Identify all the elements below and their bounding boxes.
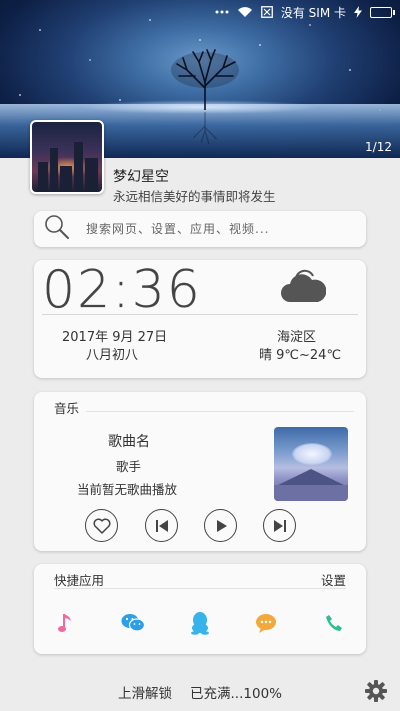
cloudy-icon [280,268,327,308]
battery-status: 已充满...100% [190,686,282,702]
tree-silhouette [171,49,239,110]
unlock-hint: 上滑解锁 [118,686,173,702]
divider [86,411,354,412]
no-sim-icon [260,6,273,18]
tree-reflection [193,112,217,145]
qq-penguin-icon [191,612,209,635]
app-music[interactable] [49,606,83,640]
message-bubble-icon [256,614,276,633]
app-qq[interactable] [183,606,217,640]
album-art[interactable] [274,427,348,501]
divider [54,588,346,589]
theme-thumbnail[interactable] [30,120,104,194]
theme-title: 梦幻星空 [113,169,169,185]
more-dots-icon [215,10,229,14]
wifi-icon [237,6,253,18]
clock-time: 02:36 [42,260,202,320]
quick-apps-heading: 快捷应用 [54,573,105,588]
search-input[interactable] [86,222,336,236]
playback-status: 当前暂无歌曲播放 [77,482,178,497]
next-button[interactable] [263,509,296,542]
play-button[interactable] [204,509,237,542]
app-wechat[interactable] [116,606,150,640]
theme-subtitle: 永远相信美好的事情即将发生 [113,189,276,204]
song-title: 歌曲名 [108,434,150,450]
clock-weather-card[interactable]: 02:36 2017年 9月 27日 八月初八 海淀区 晴 9℃~24℃ [34,260,366,378]
quick-apps-settings-link[interactable]: 设置 [321,570,346,589]
skip-previous-icon [155,519,168,532]
previous-button[interactable] [145,509,178,542]
page-indicator: 1/12 [365,140,392,154]
gear-icon[interactable] [364,679,388,707]
song-artist: 歌手 [116,459,142,474]
app-message[interactable] [249,606,283,640]
weather-temperature: 晴 9℃~24℃ [259,348,342,363]
weather-location: 海淀区 [277,330,317,345]
music-note-icon [58,614,71,632]
heart-icon [93,518,110,534]
lockscreen-footer: 上滑解锁 已充满...100% [0,682,400,702]
divider [42,314,358,315]
clock-date: 2017年 9月 27日 [62,330,168,345]
status-bar: 没有 SIM 卡 [0,0,400,24]
battery-full-icon [370,6,395,18]
app-phone[interactable] [317,606,351,640]
charging-bolt-icon [354,6,362,18]
wechat-icon [121,614,145,632]
like-button[interactable] [85,509,118,542]
music-card: 音乐 歌曲名 歌手 当前暂无歌曲播放 [34,392,366,551]
carrier-label: 没有 SIM 卡 [280,5,346,20]
search-bar[interactable] [34,211,366,247]
phone-icon [326,615,342,631]
play-icon [216,519,227,532]
music-heading: 音乐 [54,401,80,416]
lunar-date: 八月初八 [86,348,139,363]
quick-apps-card: 快捷应用 设置 [34,564,366,654]
skip-next-icon [273,519,286,532]
search-icon [44,214,70,244]
